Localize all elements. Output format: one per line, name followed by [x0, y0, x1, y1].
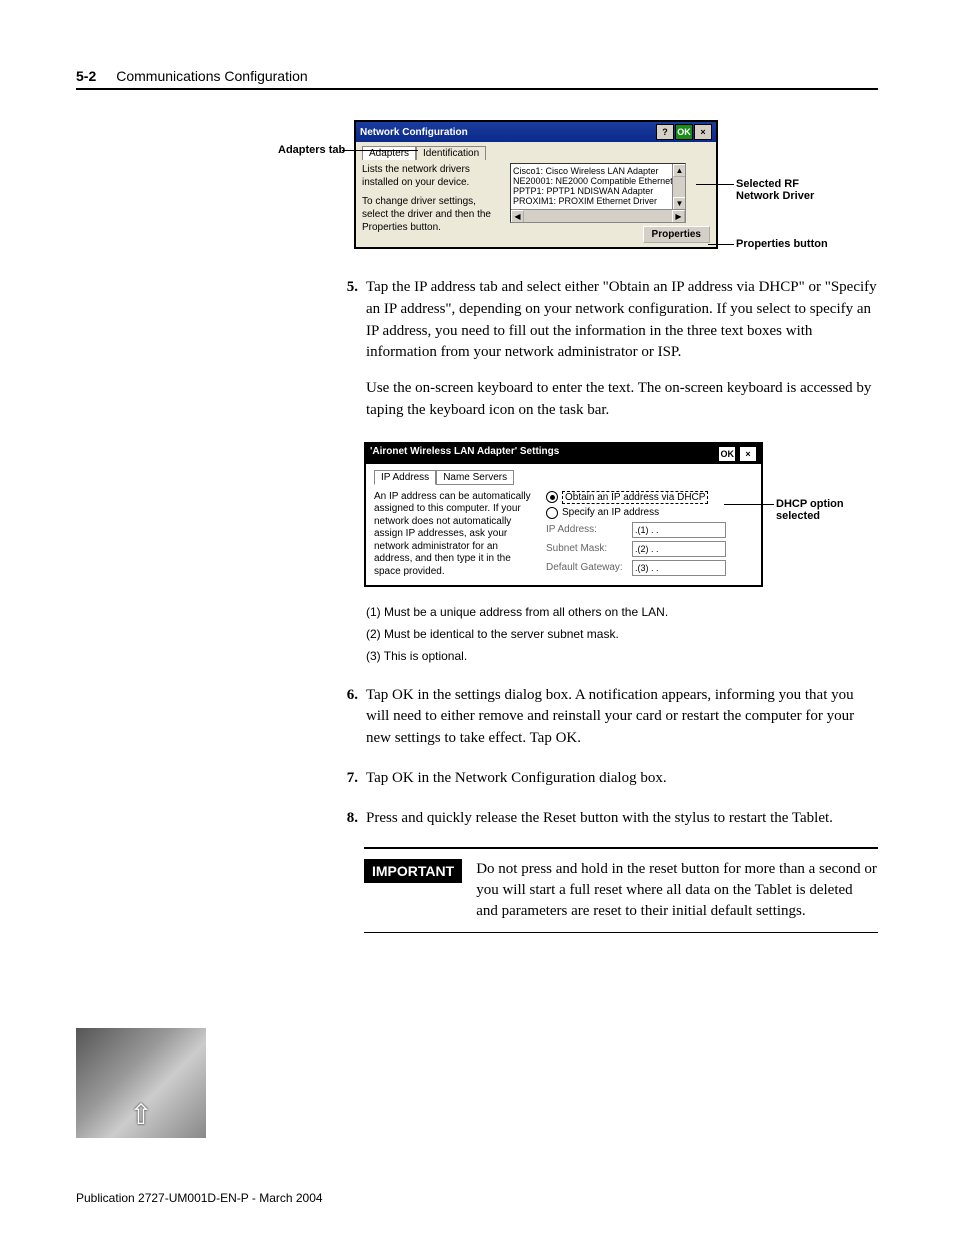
- header-title: Communications Configuration: [116, 68, 307, 84]
- figure-network-config: Adapters tab Network Configuration ? OK …: [354, 120, 878, 249]
- callout-properties: Properties button: [736, 238, 828, 250]
- tab-identification[interactable]: Identification: [416, 146, 486, 160]
- adapters-tab-label: Adapters tab: [278, 144, 345, 156]
- footnote-1: (1) Must be a unique address from all ot…: [366, 605, 878, 619]
- titlebar: Network Configuration ? OK ×: [356, 122, 716, 142]
- window-title: 'Aironet Wireless LAN Adapter' Settings: [370, 446, 559, 462]
- important-label: IMPORTANT: [364, 859, 462, 883]
- step-8: 8.Press and quickly release the Reset bu…: [366, 808, 878, 830]
- subnet-input[interactable]: .(2) . .: [632, 541, 726, 557]
- step-text: Press and quickly release the Reset butt…: [366, 810, 833, 826]
- step-number: 6.: [336, 685, 358, 707]
- footnote-2: (2) Must be identical to the server subn…: [366, 627, 878, 641]
- footnotes: (1) Must be a unique address from all ot…: [366, 605, 878, 663]
- page-header: 5-2 Communications Configuration: [76, 68, 878, 90]
- step-number: 8.: [336, 808, 358, 830]
- step-number: 5.: [336, 277, 358, 299]
- desc-text-2: To change driver settings, select the dr…: [362, 195, 502, 234]
- step-5: 5.Tap the IP address tab and select eith…: [366, 277, 878, 422]
- step-text: Tap the IP address tab and select either…: [366, 279, 877, 360]
- label-subnet: Subnet Mask:: [546, 543, 626, 554]
- step-text: Tap OK in the settings dialog box. A not…: [366, 687, 854, 747]
- ok-button[interactable]: OK: [675, 124, 693, 140]
- step-number: 7.: [336, 768, 358, 790]
- page-number: 5-2: [76, 68, 96, 84]
- list-item[interactable]: PPTP1: PPTP1 NDISWAN Adapter: [513, 186, 683, 196]
- scrollbar-vertical[interactable]: ▲▼: [672, 164, 685, 210]
- scrollbar-horizontal[interactable]: ◀▶: [511, 209, 685, 222]
- radio-specify-label: Specify an IP address: [562, 507, 659, 518]
- reset-button-photo: ⇧: [76, 1028, 206, 1138]
- aironet-settings-window: 'Aironet Wireless LAN Adapter' Settings …: [364, 442, 763, 587]
- step-7: 7.Tap OK in the Network Configuration di…: [366, 768, 878, 790]
- ip-desc: An IP address can be automatically assig…: [374, 491, 534, 579]
- ok-button[interactable]: OK: [718, 446, 736, 462]
- adapter-listbox[interactable]: Cisco1: Cisco Wireless LAN Adapter NE200…: [510, 163, 686, 223]
- step-6: 6.Tap OK in the settings dialog box. A n…: [366, 685, 878, 750]
- radio-dhcp-label: Obtain an IP address via DHCP: [562, 491, 708, 504]
- list-item[interactable]: Cisco1: Cisco Wireless LAN Adapter: [513, 166, 683, 176]
- callout-dhcp: DHCP option selected: [776, 498, 866, 522]
- radio-specify[interactable]: [546, 507, 558, 519]
- footnote-3: (3) This is optional.: [366, 649, 878, 663]
- label-ip: IP Address:: [546, 524, 626, 535]
- window-title: Network Configuration: [360, 127, 468, 138]
- help-button[interactable]: ?: [656, 124, 674, 140]
- desc-text: Lists the network drivers installed on y…: [362, 163, 502, 189]
- ip-input[interactable]: .(1) . .: [632, 522, 726, 538]
- close-button[interactable]: ×: [694, 124, 712, 140]
- list-item[interactable]: NE20001: NE2000 Compatible Ethernet D: [513, 176, 683, 186]
- tab-ip-address[interactable]: IP Address: [374, 470, 436, 485]
- radio-dhcp[interactable]: [546, 491, 558, 503]
- important-text: Do not press and hold in the reset butto…: [476, 859, 878, 922]
- step-para: Use the on-screen keyboard to enter the …: [366, 378, 878, 422]
- publication-footer: Publication 2727-UM001D-EN-P - March 200…: [76, 1191, 323, 1205]
- tab-name-servers[interactable]: Name Servers: [436, 470, 514, 485]
- important-note: IMPORTANT Do not press and hold in the r…: [364, 847, 878, 933]
- gateway-input[interactable]: .(3) . .: [632, 560, 726, 576]
- callout-selected-rf: Selected RF Network Driver: [736, 178, 826, 202]
- tab-adapters[interactable]: Adapters: [362, 146, 416, 160]
- list-item[interactable]: PROXIM1: PROXIM Ethernet Driver: [513, 196, 683, 206]
- close-button[interactable]: ×: [739, 446, 757, 462]
- figure-ip-settings: 'Aironet Wireless LAN Adapter' Settings …: [364, 442, 878, 587]
- properties-button[interactable]: Properties: [643, 226, 710, 243]
- label-gateway: Default Gateway:: [546, 562, 626, 573]
- network-config-window: Network Configuration ? OK × Adapters Id…: [354, 120, 718, 249]
- step-text: Tap OK in the Network Configuration dial…: [366, 770, 667, 786]
- up-arrow-icon: ⇧: [129, 1098, 152, 1132]
